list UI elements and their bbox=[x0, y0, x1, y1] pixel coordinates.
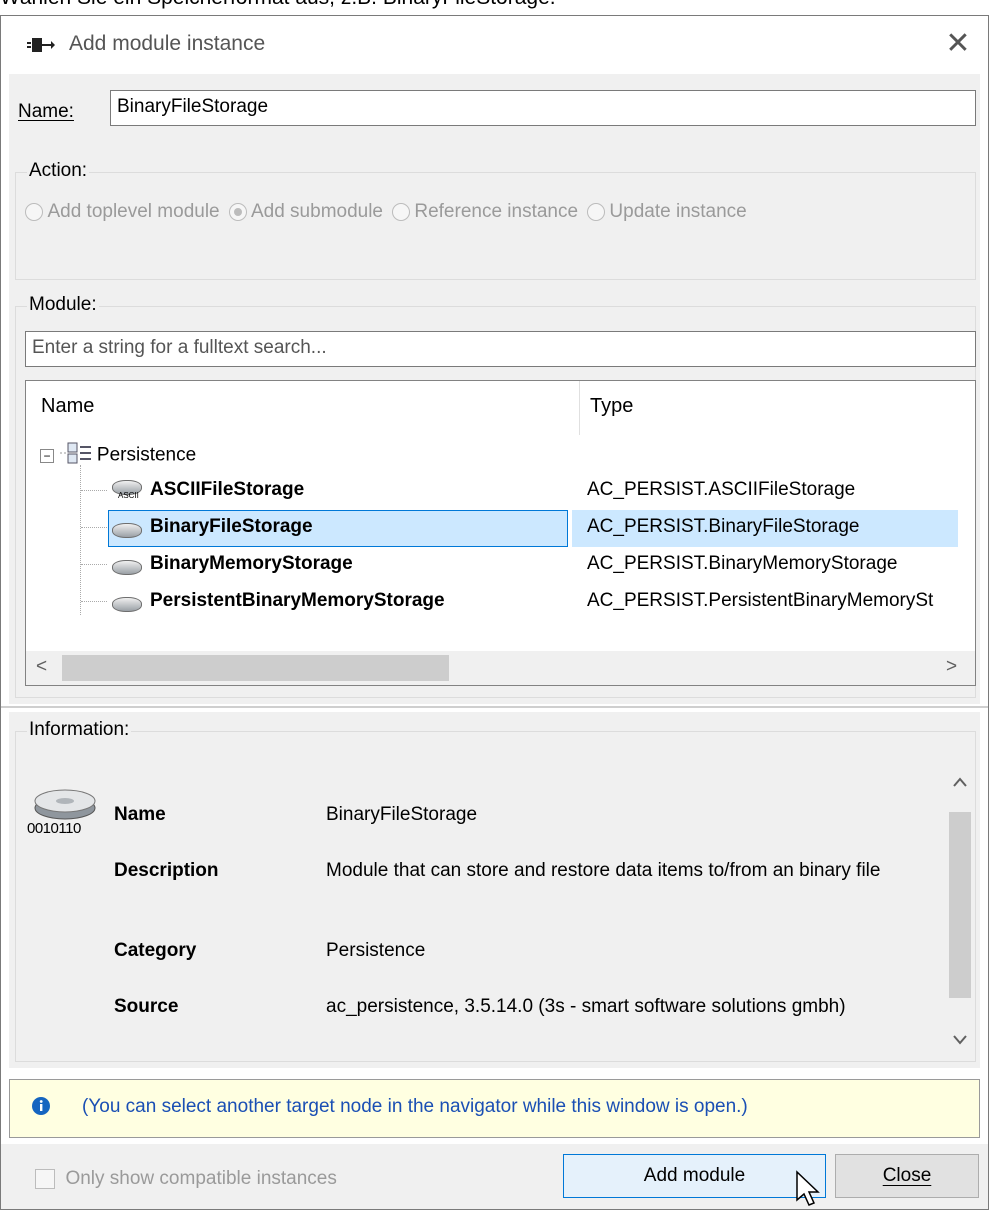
radio-button[interactable] bbox=[586, 203, 605, 221]
action-options: Add toplevel module Add submodule Refere… bbox=[25, 201, 747, 223]
name-input[interactable]: BinaryFileStorage bbox=[110, 90, 976, 126]
splitter[interactable] bbox=[1, 706, 988, 708]
add-module-dialog: Add module instance ✕ Name: BinaryFileSt… bbox=[0, 15, 989, 1210]
module-type: AC_PERSIST.ASCIIFileStorage bbox=[587, 479, 856, 500]
module-name: BinaryFileStorage bbox=[150, 516, 313, 537]
info-name-value: BinaryFileStorage bbox=[326, 804, 478, 825]
module-tree: Name Type − Persistence ASCII ASCIIFileS… bbox=[25, 380, 976, 686]
close-icon[interactable]: ✕ bbox=[938, 24, 978, 64]
info-category-label: Category bbox=[114, 940, 197, 961]
mouse-cursor-icon bbox=[795, 1170, 821, 1209]
footer: Only show compatible instances Add modul… bbox=[1, 1144, 988, 1209]
table-row[interactable]: PersistentBinaryMemoryStorage AC_PERSIST… bbox=[26, 584, 975, 621]
scroll-right-icon[interactable]: > bbox=[946, 656, 957, 678]
tree-node-persistence[interactable]: − Persistence bbox=[40, 441, 197, 466]
compatible-instances-checkbox[interactable]: Only show compatible instances bbox=[35, 1168, 337, 1190]
module-name: PersistentBinaryMemoryStorage bbox=[150, 590, 445, 611]
table-row[interactable]: ASCII ASCIIFileStorage AC_PERSIST.ASCIIF… bbox=[26, 473, 975, 510]
info-icon bbox=[32, 1097, 50, 1120]
module-label: Module: bbox=[27, 294, 99, 316]
title-bar: Add module instance ✕ bbox=[1, 16, 988, 74]
information-label: Information: bbox=[27, 719, 132, 741]
module-name: BinaryMemoryStorage bbox=[150, 553, 353, 574]
scroll-left-icon[interactable]: < bbox=[36, 656, 47, 678]
vertical-scrollbar[interactable] bbox=[945, 770, 975, 1055]
info-category-value: Persistence bbox=[326, 940, 426, 961]
radio-button[interactable] bbox=[228, 203, 247, 221]
column-divider bbox=[579, 381, 580, 435]
scroll-up-icon[interactable] bbox=[953, 774, 967, 790]
action-label: Action: bbox=[27, 160, 90, 182]
name-label: Name: bbox=[18, 101, 74, 122]
collapse-icon[interactable]: − bbox=[40, 448, 54, 463]
category-label: Persistence bbox=[96, 444, 197, 466]
table-row-selected[interactable]: BinaryFileStorage AC_PERSIST.BinaryFileS… bbox=[26, 510, 975, 547]
radio-button[interactable] bbox=[391, 203, 410, 221]
tree-connector bbox=[81, 527, 107, 528]
ascii-disk-icon: ASCII bbox=[112, 477, 142, 500]
info-description-label: Description bbox=[114, 860, 219, 881]
info-source-label: Source bbox=[114, 996, 179, 1017]
info-source-value: ac_persistence, 3.5.14.0 (3s - smart sof… bbox=[326, 996, 846, 1017]
scroll-thumb[interactable] bbox=[62, 655, 449, 681]
table-row[interactable]: BinaryMemoryStorage AC_PERSIST.BinaryMem… bbox=[26, 547, 975, 584]
tree-connector bbox=[81, 601, 107, 602]
info-description-value: Module that can store and restore data i… bbox=[326, 860, 881, 881]
close-button[interactable]: Close bbox=[835, 1154, 979, 1198]
radio-reference-instance[interactable]: Reference instance bbox=[391, 201, 578, 222]
column-header-name[interactable]: Name bbox=[41, 395, 94, 418]
radio-add-toplevel[interactable]: Add toplevel module bbox=[25, 201, 220, 222]
module-icon-caption: 0010110 bbox=[27, 820, 81, 837]
notice-text: (You can select another target node in t… bbox=[82, 1096, 748, 1117]
tree-connector bbox=[81, 564, 107, 565]
checkbox[interactable] bbox=[35, 1169, 55, 1189]
radio-update-instance[interactable]: Update instance bbox=[586, 201, 747, 222]
disk-icon bbox=[112, 520, 142, 542]
module-type: AC_PERSIST.BinaryFileStorage bbox=[587, 516, 860, 537]
horizontal-scrollbar[interactable]: < > bbox=[26, 651, 975, 685]
add-module-button[interactable]: Add module bbox=[563, 1154, 826, 1198]
disk-icon bbox=[112, 594, 142, 616]
module-type: AC_PERSIST.PersistentBinaryMemorySt bbox=[587, 590, 934, 611]
information-panel: Information: 0010110 Name BinaryFileStor… bbox=[9, 712, 980, 1068]
dialog-title: Add module instance bbox=[69, 32, 266, 55]
info-name-label: Name bbox=[114, 804, 166, 825]
action-group bbox=[15, 172, 976, 280]
page-caption: Wählen Sie ein Speicherformat aus, z.B. … bbox=[0, 0, 556, 10]
fulltext-search-input[interactable]: Enter a string for a fulltext search... bbox=[25, 331, 976, 367]
notice-bar: (You can select another target node in t… bbox=[9, 1079, 980, 1138]
scroll-thumb[interactable] bbox=[949, 812, 971, 998]
checkbox-label: Only show compatible instances bbox=[65, 1168, 337, 1189]
module-type: AC_PERSIST.BinaryMemoryStorage bbox=[587, 553, 898, 574]
tree-connector bbox=[81, 490, 107, 491]
category-icon bbox=[58, 441, 92, 470]
module-plug-icon bbox=[27, 36, 55, 59]
column-header-type[interactable]: Type bbox=[590, 395, 633, 418]
disk-icon bbox=[112, 557, 142, 579]
radio-add-submodule[interactable]: Add submodule bbox=[228, 201, 383, 222]
module-panel: Name: BinaryFileStorage Action: Add topl… bbox=[9, 74, 980, 704]
radio-button[interactable] bbox=[25, 203, 43, 221]
module-name: ASCIIFileStorage bbox=[150, 479, 305, 500]
scroll-down-icon[interactable] bbox=[953, 1032, 967, 1050]
